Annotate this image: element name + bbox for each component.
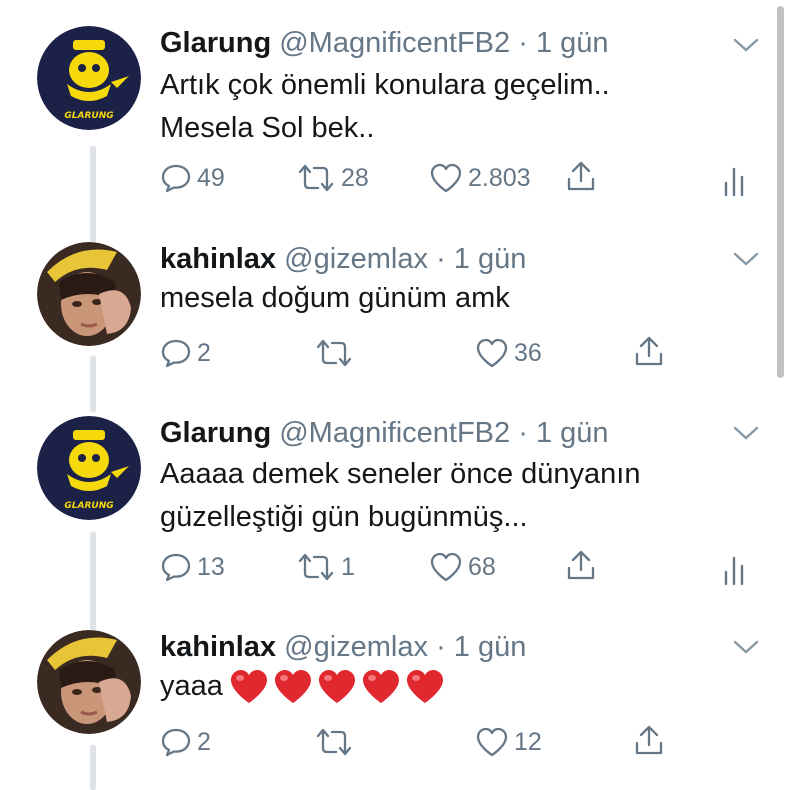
analytics-button[interactable] — [722, 162, 748, 198]
share-button[interactable] — [565, 158, 597, 194]
separator-dot: · — [518, 417, 528, 449]
scrollbar[interactable] — [777, 6, 784, 378]
chevron-down-icon[interactable] — [732, 424, 760, 442]
red-heart-icon — [406, 670, 443, 704]
timestamp[interactable]: 1 gün — [454, 631, 527, 663]
share-button[interactable] — [565, 547, 597, 583]
like-count: 68 — [468, 552, 496, 581]
kahinlax-avatar[interactable] — [37, 242, 141, 346]
red-heart-icon — [274, 670, 311, 704]
separator-dot: · — [436, 631, 446, 663]
separator-dot: · — [518, 27, 528, 59]
separator-dot: · — [436, 243, 446, 275]
reply-icon — [161, 553, 191, 582]
svg-text:GLARUNG: GLARUNG — [64, 111, 113, 121]
tweet-text-line: Mesela Sol bek.. — [160, 112, 375, 144]
author-name[interactable]: Glarung — [160, 417, 271, 449]
reply-icon — [161, 339, 191, 368]
like-button[interactable]: 12 — [475, 724, 542, 760]
author-handle[interactable]: @MagnificentFB2 — [279, 27, 510, 59]
emoji-hearts — [229, 669, 445, 705]
heart-icon — [476, 727, 508, 757]
analytics-icon — [724, 167, 744, 197]
thread-line — [90, 146, 96, 242]
analytics-icon — [724, 556, 744, 586]
timestamp[interactable]: 1 gün — [454, 243, 527, 275]
author-handle[interactable]: @gizemlax — [284, 631, 428, 663]
retweet-icon — [298, 164, 334, 192]
reply-count: 2 — [197, 338, 211, 367]
tweet-header: kahinlax @gizemlax · 1 gün — [160, 630, 526, 664]
thread-line — [90, 356, 96, 412]
reply-count: 49 — [197, 163, 225, 192]
red-heart-icon — [362, 670, 399, 704]
heart-icon — [476, 338, 508, 368]
like-button[interactable]: 36 — [475, 335, 542, 371]
heart-icon — [430, 163, 462, 193]
heart-icon — [430, 552, 462, 582]
timestamp[interactable]: 1 gün — [536, 417, 609, 449]
like-count: 2.803 — [468, 163, 531, 192]
tweet-text-line: Aaaaa demek seneler önce dünyanın — [160, 458, 641, 490]
chevron-down-icon[interactable] — [732, 250, 760, 268]
retweet-icon — [316, 339, 352, 367]
thread-line — [90, 745, 96, 790]
like-count: 36 — [514, 338, 542, 367]
reply-icon — [161, 164, 191, 193]
share-icon — [567, 550, 595, 580]
glarung-avatar[interactable]: GLARUNG — [37, 26, 141, 130]
red-heart-icon — [318, 670, 355, 704]
author-name[interactable]: kahinlax — [160, 243, 276, 275]
share-button[interactable] — [633, 722, 665, 758]
retweet-button[interactable] — [314, 335, 354, 371]
share-icon — [635, 336, 663, 366]
reply-button[interactable]: 2 — [160, 724, 211, 760]
chevron-down-icon[interactable] — [732, 638, 760, 656]
thread-line — [90, 532, 96, 630]
retweet-button[interactable]: 28 — [296, 160, 369, 196]
reply-count: 13 — [197, 552, 225, 581]
tweet-text-line: mesela doğum günüm amk — [160, 282, 510, 314]
author-handle[interactable]: @gizemlax — [284, 243, 428, 275]
svg-text:GLARUNG: GLARUNG — [64, 501, 113, 511]
like-count: 12 — [514, 727, 542, 756]
tweet-header: kahinlax @gizemlax · 1 gün — [160, 242, 526, 276]
retweet-icon — [316, 728, 352, 756]
retweet-button[interactable]: 1 — [296, 549, 355, 585]
retweet-count: 28 — [341, 163, 369, 192]
red-heart-icon — [230, 670, 267, 704]
timestamp[interactable]: 1 gün — [536, 27, 609, 59]
share-icon — [635, 725, 663, 755]
tweet-header: Glarung @MagnificentFB2 · 1 gün — [160, 416, 609, 450]
author-name[interactable]: kahinlax — [160, 631, 276, 663]
tweet-text-line: güzelleştiği gün bugünmüş... — [160, 501, 528, 533]
reply-button[interactable]: 49 — [160, 160, 225, 196]
author-handle[interactable]: @MagnificentFB2 — [279, 417, 510, 449]
reply-count: 2 — [197, 727, 211, 756]
tweet-header: Glarung @MagnificentFB2 · 1 gün — [160, 26, 609, 60]
chevron-down-icon[interactable] — [732, 36, 760, 54]
reply-icon — [161, 728, 191, 757]
retweet-count: 1 — [341, 552, 355, 581]
share-icon — [567, 161, 595, 191]
retweet-icon — [298, 553, 334, 581]
tweet-text: yaaa — [160, 667, 445, 706]
retweet-button[interactable] — [314, 724, 354, 760]
like-button[interactable]: 68 — [429, 549, 496, 585]
glarung-avatar[interactable]: GLARUNG — [37, 416, 141, 520]
author-name[interactable]: Glarung — [160, 27, 271, 59]
reply-button[interactable]: 13 — [160, 549, 225, 585]
analytics-button[interactable] — [722, 551, 748, 587]
share-button[interactable] — [633, 333, 665, 369]
reply-button[interactable]: 2 — [160, 335, 211, 371]
like-button[interactable]: 2.803 — [429, 160, 531, 196]
tweet-text-line: Artık çok önemli konulara geçelim.. — [160, 69, 610, 101]
kahinlax-avatar[interactable] — [37, 630, 141, 734]
tweet-text-line: yaaa — [160, 670, 223, 702]
